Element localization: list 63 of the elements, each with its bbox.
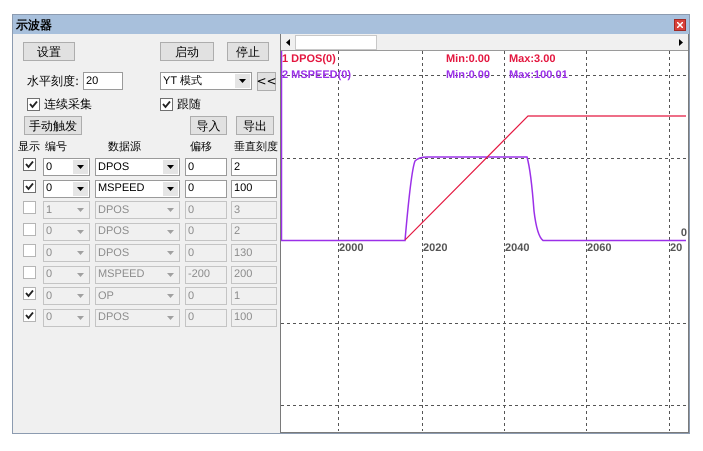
x-tick-label: 2060 [587, 242, 612, 255]
input-field[interactable]: 0 [185, 180, 227, 198]
manual-trigger-button[interactable]: 手动触发 [24, 116, 82, 135]
column-header: 编号 [45, 138, 68, 155]
combo-value: 0 [45, 288, 52, 304]
checkbox-label: 连续采集 [44, 96, 92, 113]
checkbox[interactable] [23, 180, 36, 192]
legend-label: 1 DPOS(0) [282, 53, 337, 66]
combo-value: OP [97, 288, 114, 304]
combo-value: 0 [45, 267, 52, 282]
combo-value: MSPEED [97, 267, 144, 282]
export-button[interactable]: 导出 [236, 116, 274, 135]
combo-value: DPOS [97, 224, 130, 240]
combo-value: 0 [45, 224, 52, 240]
checkbox[interactable] [27, 98, 40, 110]
zero-label: 0 [680, 227, 687, 240]
close-button[interactable] [674, 18, 686, 30]
x-tick-label: 2020 [423, 242, 448, 255]
combo-value: 1 [45, 202, 52, 218]
combo-value: 0 [45, 160, 52, 175]
column-header: 偏移 [190, 138, 213, 155]
combo-value: DPOS [97, 246, 130, 261]
close-icon [677, 22, 683, 28]
mode-select[interactable]: YT 模式 [160, 72, 252, 90]
x-tick-label: 2040 [505, 242, 530, 255]
combo-value: YT 模式 [162, 74, 202, 89]
legend-min: Min:0.00 [446, 53, 492, 66]
column-header: 数据源 [108, 138, 142, 155]
scroll-thumb[interactable] [295, 34, 377, 50]
combo-value: DPOS [97, 160, 130, 175]
legend-max: Max:100.01 [509, 69, 568, 82]
stop-button[interactable]: 停止 [227, 42, 269, 61]
checkbox-label: 跟随 [177, 96, 201, 113]
combo-value: 0 [45, 181, 52, 196]
x-tick-label: 2000 [339, 242, 364, 255]
combo-value: 0 [45, 246, 52, 261]
collapse-button[interactable]: << [257, 72, 276, 90]
source-select[interactable]: MSPEED [95, 180, 180, 198]
checkbox[interactable] [160, 98, 173, 110]
input-field[interactable]: 0 [185, 158, 227, 176]
legend-max: Max:3.00 [509, 53, 556, 66]
combo-value: 0 [45, 310, 52, 326]
channel-select[interactable]: 0 [43, 158, 90, 176]
input-field[interactable]: 2 [231, 158, 277, 176]
combo-value: DPOS [97, 202, 130, 218]
window-title: 示波器 [16, 16, 52, 34]
input-field[interactable]: 20 [83, 72, 124, 90]
channel-select[interactable]: 0 [43, 180, 90, 198]
source-select[interactable]: DPOS [95, 158, 180, 176]
combo-value: MSPEED [97, 181, 144, 196]
input-field[interactable]: 100 [231, 180, 277, 198]
legend-label: 2 MSPEED(0) [282, 69, 352, 82]
legend-min: Min:0.00 [446, 69, 492, 82]
column-header: 显示 [18, 138, 41, 155]
scrollbar[interactable] [281, 34, 688, 51]
column-header: 垂直刻度 [234, 138, 278, 155]
x-tick-label: 20 [670, 242, 682, 255]
settings-button[interactable]: 设置 [23, 42, 75, 61]
combo-value: DPOS [97, 310, 130, 326]
checkbox[interactable] [23, 158, 36, 171]
h-scale-label: 水平刻度: [27, 73, 80, 90]
start-button[interactable]: 启动 [160, 42, 214, 61]
import-button[interactable]: 导入 [190, 116, 227, 135]
